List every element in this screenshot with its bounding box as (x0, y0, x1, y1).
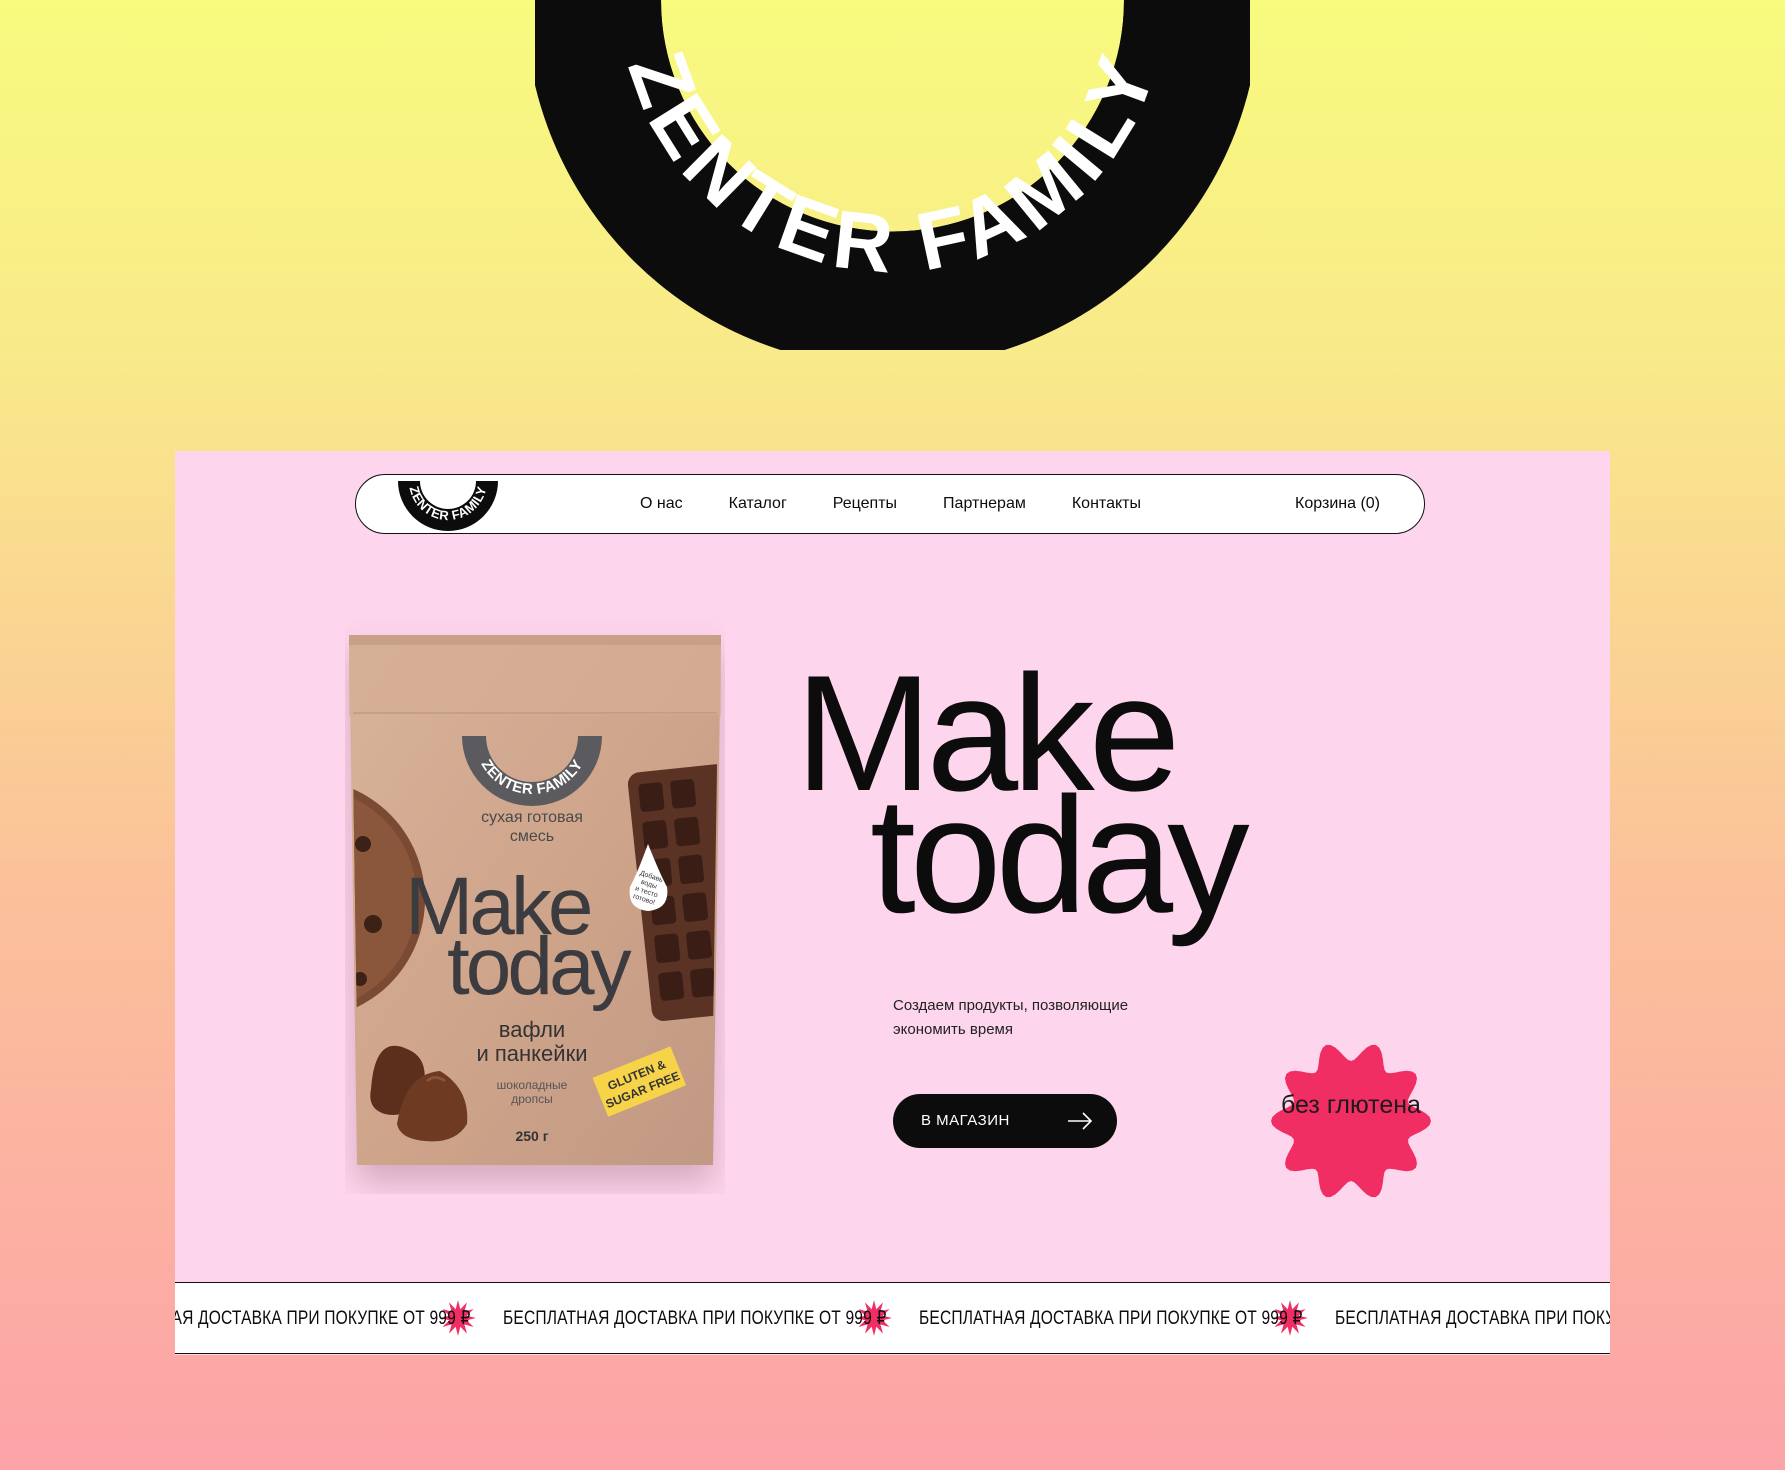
svg-text:вафли: вафли (499, 1017, 565, 1042)
badge-text: без глютена (1281, 1091, 1421, 1119)
ticker-text: БЕСПЛАТНАЯ ДОСТАВКА ПРИ ПОКУПКЕ ОТ 999 ₽ (1335, 1307, 1610, 1329)
svg-text:шоколадные: шоколадные (497, 1078, 568, 1092)
svg-text:250 г: 250 г (515, 1128, 548, 1144)
nav-item-recipes[interactable]: Рецепты (833, 495, 897, 513)
wavy-badge-shape (1271, 1044, 1431, 1198)
nav-item-about[interactable]: О нас (640, 495, 683, 513)
shop-button-label: В МАГАЗИН (921, 1112, 1010, 1129)
website-mockup: ZENTER FAMILY О нас Каталог Рецепты Парт… (175, 451, 1610, 1355)
ticker-text: БЕСПЛАТНАЯ ДОСТАВКА ПРИ ПОКУПКЕ ОТ 999 ₽ (503, 1307, 887, 1329)
ticker-segment: БЕСПЛАТНАЯ ДОСТАВКА ПРИ ПОКУПКЕ ОТ 999 ₽ (919, 1299, 1335, 1337)
ticker-text: БЕСПЛАТНАЯ ДОСТАВКА ПРИ ПОКУПКЕ ОТ 999 ₽ (175, 1307, 470, 1329)
svg-text:дропсы: дропсы (511, 1092, 552, 1106)
ticker-segment: БЕСПЛАТНАЯ ДОСТАВКА ПРИ ПОКУПКЕ ОТ 999 ₽ (175, 1299, 503, 1337)
top-navbar: ZENTER FAMILY О нас Каталог Рецепты Парт… (355, 474, 1425, 534)
nav-menu: О нас Каталог Рецепты Партнерам Контакты (640, 475, 1141, 533)
nav-item-catalog[interactable]: Каталог (729, 495, 787, 513)
hero-title: Make today (795, 651, 1395, 951)
ticker-segment: БЕСПЛАТНАЯ ДОСТАВКА ПРИ ПОКУПКЕ ОТ 999 ₽ (503, 1299, 919, 1337)
nav-item-contacts[interactable]: Контакты (1072, 495, 1141, 513)
svg-text:today: today (447, 921, 632, 1012)
nav-item-partners[interactable]: Партнерам (943, 495, 1026, 513)
arrow-right-icon (1068, 1112, 1093, 1130)
svg-text:и панкейки: и панкейки (476, 1041, 587, 1066)
ticker-text: БЕСПЛАТНАЯ ДОСТАВКА ПРИ ПОКУПКЕ ОТ 999 ₽ (919, 1307, 1303, 1329)
gluten-free-badge: без глютена (1266, 1036, 1436, 1206)
promo-ticker: БЕСПЛАТНАЯ ДОСТАВКА ПРИ ПОКУПКЕ ОТ 999 ₽… (175, 1282, 1610, 1354)
nav-logo[interactable]: ZENTER FAMILY (396, 479, 500, 531)
hero-subtitle: Создаем продукты, позволяющие экономить … (893, 997, 1129, 1038)
svg-text:смесь: смесь (510, 828, 554, 845)
shop-button[interactable]: В МАГАЗИН (893, 1094, 1117, 1148)
hero-title-line2: today (870, 763, 1250, 947)
ticker-segment: БЕСПЛАТНАЯ ДОСТАВКА ПРИ ПОКУПКЕ ОТ 999 ₽ (1335, 1299, 1610, 1337)
product-package-image[interactable]: ZENTER FAMILY сухая готовая смесь Make t… (345, 619, 725, 1194)
svg-text:сухая готовая: сухая готовая (481, 809, 583, 826)
hero-brand-logo: ZENTER FAMILY (535, 0, 1250, 350)
cart-link[interactable]: Корзина (0) (1295, 475, 1380, 533)
